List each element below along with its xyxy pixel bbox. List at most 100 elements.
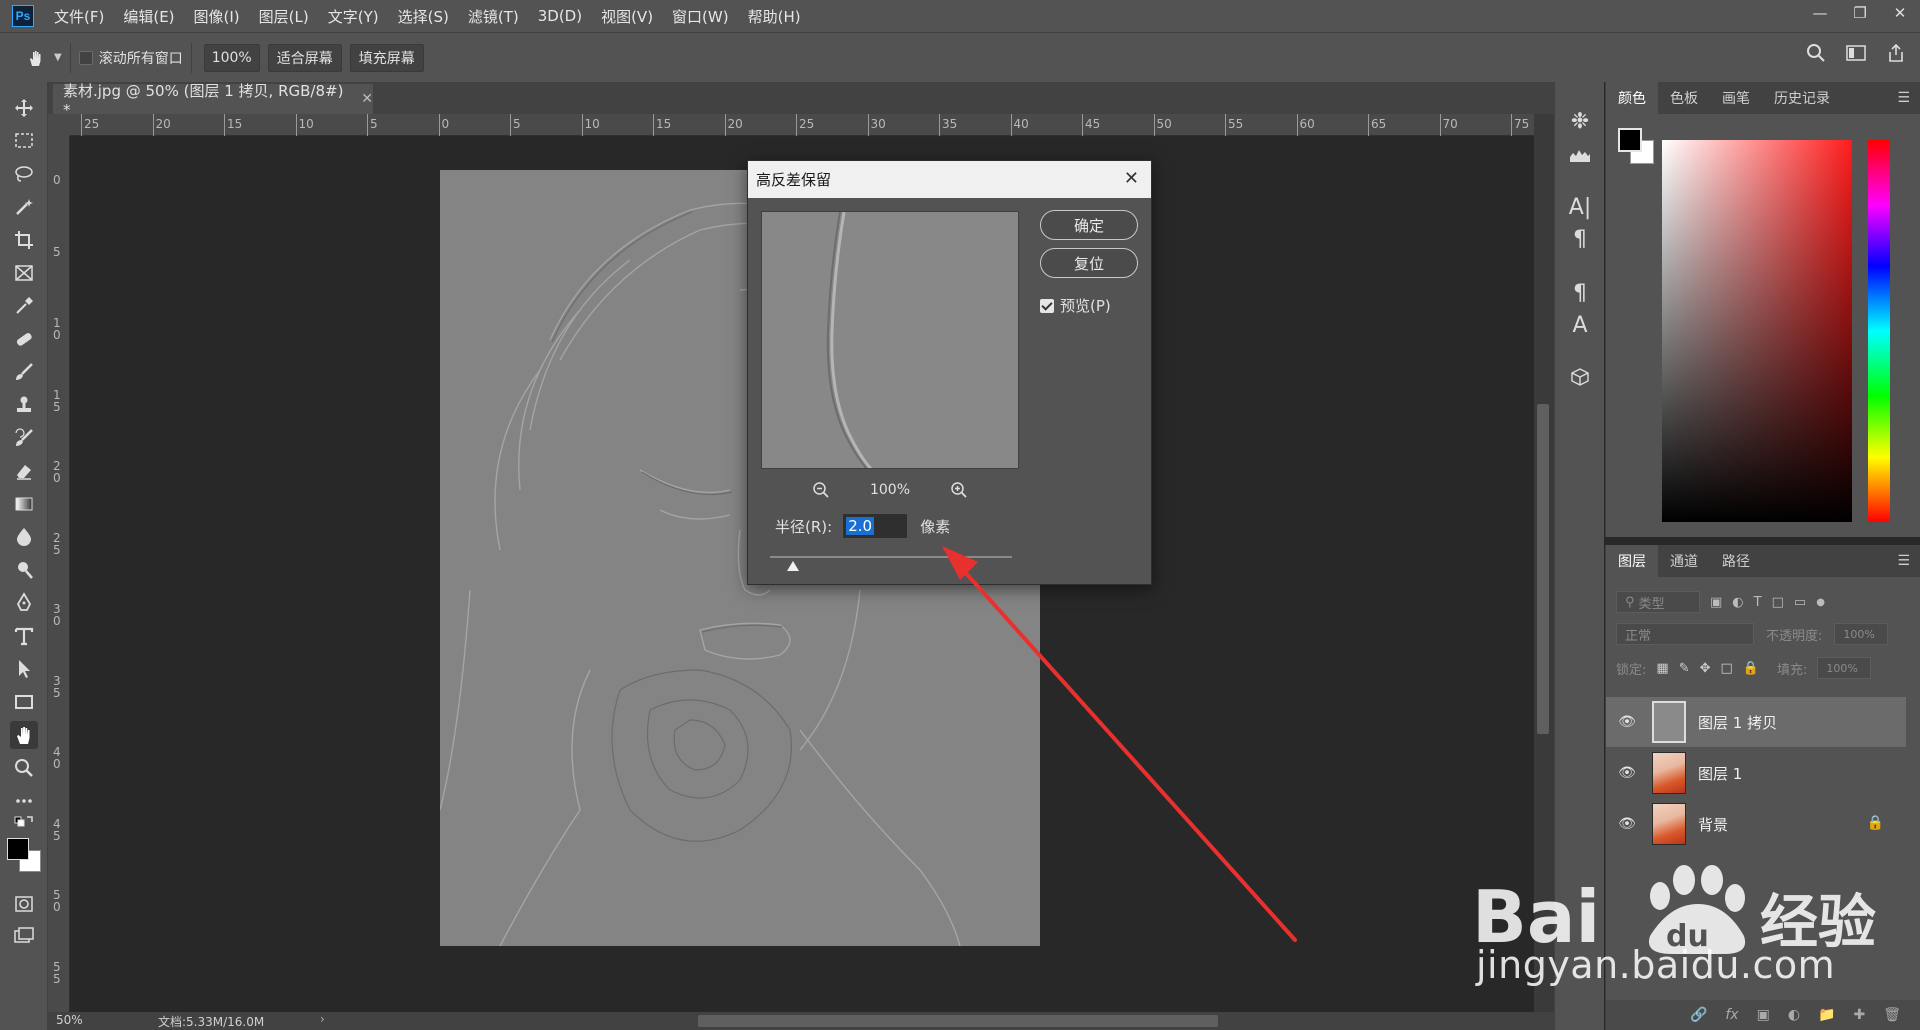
filter-preview[interactable] (761, 211, 1019, 469)
layer-name[interactable]: 背景 (1698, 814, 1728, 835)
tab-layers[interactable]: 图层 (1606, 545, 1658, 577)
menu-image[interactable]: 图像(I) (194, 6, 240, 27)
lock-position-icon[interactable]: ✥ (1700, 661, 1711, 676)
zoom-100-button[interactable]: 100% (203, 43, 260, 72)
menu-layer[interactable]: 图层(L) (259, 6, 309, 27)
filter-adjustment-icon[interactable]: ◐ (1732, 595, 1743, 610)
radius-input[interactable]: 2.0 (842, 513, 909, 539)
3d-panel-icon[interactable] (1565, 362, 1595, 392)
vertical-scroll-thumb[interactable] (1537, 404, 1549, 734)
radius-value[interactable]: 2.0 (846, 517, 875, 535)
lock-artboard-icon[interactable]: □ (1721, 661, 1733, 676)
minimize-icon[interactable]: — (1800, 0, 1840, 26)
panel-menu-icon[interactable]: ☰ (1897, 553, 1910, 569)
foreground-background-swatch[interactable] (7, 838, 45, 876)
layer-row[interactable]: 👁 背景 🔒 (1606, 799, 1906, 849)
hue-slider[interactable] (1868, 140, 1890, 522)
magic-wand-icon[interactable] (10, 193, 38, 221)
radius-slider-thumb[interactable] (787, 561, 799, 571)
filter-type-icon[interactable]: T (1754, 595, 1762, 610)
panel-foreground-swatch[interactable] (1618, 128, 1642, 152)
tab-color[interactable]: 颜色 (1606, 82, 1658, 114)
horizontal-scroll-thumb[interactable] (698, 1015, 1218, 1027)
zoom-out-icon[interactable] (812, 481, 830, 499)
restore-icon[interactable]: ❐ (1840, 0, 1880, 26)
type-tool-icon[interactable] (10, 622, 38, 650)
dodge-tool-icon[interactable] (10, 556, 38, 584)
opacity-input[interactable]: 100% (1834, 623, 1889, 645)
filter-pixel-icon[interactable]: ▣ (1710, 595, 1722, 610)
screen-mode-icon[interactable] (10, 922, 38, 950)
scroll-all-checkbox[interactable] (78, 50, 93, 65)
filter-toggle-icon[interactable]: ● (1816, 597, 1825, 608)
marquee-tool-icon[interactable] (10, 127, 38, 155)
lasso-tool-icon[interactable] (10, 160, 38, 188)
character-panel-icon[interactable]: A| (1565, 192, 1595, 222)
pen-tool-icon[interactable] (10, 589, 38, 617)
document-tab[interactable]: 素材.jpg @ 50% (图层 1 拷贝, RGB/8#) * ✕ (53, 82, 373, 119)
hand-tool-preset-icon[interactable] (22, 44, 50, 72)
brush-settings-icon[interactable]: ❉ (1565, 106, 1595, 136)
layer-filter-select[interactable]: ⚲ 类型 (1616, 591, 1700, 613)
menu-edit[interactable]: 编辑(E) (123, 6, 174, 27)
quick-mask-icon[interactable] (10, 890, 38, 918)
menu-window[interactable]: 窗口(W) (672, 6, 729, 27)
swap-colors-icon[interactable] (10, 814, 38, 834)
menu-help[interactable]: 帮助(H) (748, 6, 801, 27)
crop-tool-icon[interactable] (10, 226, 38, 254)
chevron-down-icon[interactable]: ▼ (54, 52, 62, 63)
visibility-eye-icon[interactable]: 👁 (1616, 816, 1638, 832)
zoom-level[interactable]: 50% (56, 1013, 83, 1027)
menu-filter[interactable]: 滤镜(T) (468, 6, 519, 27)
blur-tool-icon[interactable] (10, 523, 38, 551)
close-window-icon[interactable]: ✕ (1880, 0, 1920, 26)
paragraph-styles-icon[interactable]: ¶ (1565, 278, 1595, 308)
zoom-in-icon[interactable] (950, 481, 968, 499)
lock-image-icon[interactable]: ✎ (1679, 661, 1690, 676)
blend-mode-select[interactable]: 正常 (1616, 623, 1754, 645)
panel-fg-bg-swatch[interactable] (1618, 128, 1658, 168)
frame-tool-icon[interactable] (10, 259, 38, 287)
fill-screen-button[interactable]: 填充屏幕 (349, 43, 424, 72)
filter-shape-icon[interactable]: □ (1772, 595, 1784, 610)
brush-tool-icon[interactable] (10, 358, 38, 386)
histogram-icon[interactable] (1565, 140, 1595, 170)
close-tab-icon[interactable]: ✕ (361, 91, 373, 107)
gradient-tool-icon[interactable] (10, 490, 38, 518)
preview-toggle[interactable]: 预览(P) (1040, 295, 1111, 316)
menu-view[interactable]: 视图(V) (601, 6, 653, 27)
clone-stamp-icon[interactable] (10, 391, 38, 419)
ok-button[interactable]: 确定 (1040, 210, 1138, 240)
menu-select[interactable]: 选择(S) (398, 6, 449, 27)
radius-slider-track[interactable] (770, 556, 1012, 558)
panel-menu-icon[interactable]: ☰ (1897, 90, 1910, 106)
tab-brushes[interactable]: 画笔 (1710, 82, 1762, 114)
layer-row[interactable]: 👁 图层 1 (1606, 748, 1906, 798)
visibility-eye-icon[interactable]: 👁 (1616, 765, 1638, 781)
color-picker-field[interactable] (1662, 140, 1852, 522)
preview-checkbox[interactable] (1040, 298, 1054, 313)
tab-paths[interactable]: 路径 (1710, 545, 1762, 577)
menu-file[interactable]: 文件(F) (54, 6, 104, 27)
zoom-tool-icon[interactable] (10, 754, 38, 782)
search-icon[interactable] (1806, 43, 1826, 63)
visibility-eye-icon[interactable]: 👁 (1616, 714, 1638, 730)
move-tool-icon[interactable] (10, 94, 38, 122)
filter-smart-object-icon[interactable]: ▭ (1794, 595, 1806, 610)
status-menu-arrow-icon[interactable]: › (320, 1012, 325, 1026)
eraser-tool-icon[interactable] (10, 457, 38, 485)
tab-history[interactable]: 历史记录 (1762, 82, 1842, 114)
paragraph-panel-icon[interactable]: ¶ (1565, 224, 1595, 254)
workspace-icon[interactable] (1846, 44, 1866, 62)
fill-input[interactable]: 100% (1817, 657, 1872, 679)
healing-brush-icon[interactable] (10, 325, 38, 353)
path-selection-icon[interactable] (10, 655, 38, 683)
layer-name[interactable]: 图层 1 (1698, 763, 1742, 784)
rectangle-tool-icon[interactable] (10, 688, 38, 716)
more-tools-icon[interactable] (10, 787, 38, 815)
eyedropper-icon[interactable] (10, 292, 38, 320)
layer-name[interactable]: 图层 1 拷贝 (1698, 712, 1777, 733)
tab-channels[interactable]: 通道 (1658, 545, 1710, 577)
lock-all-icon[interactable]: 🔒 (1743, 661, 1759, 676)
fit-screen-button[interactable]: 适合屏幕 (267, 43, 342, 72)
